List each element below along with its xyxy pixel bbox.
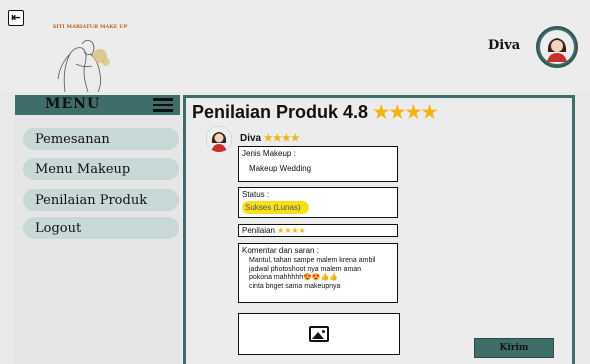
rating-label: Penilaian [242, 226, 275, 235]
reviewer-stars-icon: ★★★★ [263, 133, 300, 144]
review-panel: Penilaian Produk 4.8 ★★★★ Diva ★★★★ Jeni… [183, 95, 575, 364]
page-title-text: Penilaian Produk 4.8 [192, 102, 369, 122]
comment-text: Mantul, tahan sampe malem krena ambil ja… [239, 255, 397, 291]
header: ⇤ SITI MARIATUR MAKE UP Diva [0, 0, 590, 94]
rating-field: Penilaian ★★★★ [238, 224, 398, 237]
header-user-name: Diva [488, 38, 521, 53]
back-icon[interactable]: ⇤ [8, 10, 24, 26]
status-field: Status : Sukses (Lunas) [238, 187, 398, 218]
brand-name: SITI MARIATUR MAKE UP [52, 24, 128, 30]
menu-title: MENU [45, 96, 101, 112]
avatar[interactable] [536, 26, 578, 68]
makeup-type-value: Makeup Wedding [249, 164, 312, 173]
status-badge: Sukses (Lunas) [242, 201, 309, 214]
comment-line: cinta bnget sama makeupnya [249, 282, 341, 290]
status-label: Status : [242, 190, 270, 199]
user-avatar-icon [540, 30, 574, 64]
comment-label: Komentar dan saran : [242, 246, 319, 255]
hamburger-menu-icon[interactable] [153, 98, 173, 112]
rating-stars-icon: ★★★★ [373, 102, 438, 122]
makeup-type-label: Jenis Makeup : [242, 149, 296, 158]
comment-field[interactable]: Komentar dan saran : Mantul, tahan sampe… [238, 243, 398, 303]
comment-line: Mantul, tahan sampe malem krena ambil [249, 257, 376, 264]
brand-logo: SITI MARIATUR MAKE UP [40, 14, 140, 94]
review-panel-body: Penilaian Produk 4.8 ★★★★ Diva ★★★★ Jeni… [186, 98, 572, 364]
comment-line: jadwal photoshoot nya malem aman [249, 265, 362, 273]
reviewer-name: Diva [240, 133, 262, 144]
sidebar-item-menu-makeup[interactable]: Menu Makeup [23, 158, 179, 180]
sidebar: MENU Pemesanan Menu Makeup Penilaian Pro… [15, 95, 180, 364]
rating-row: Penilaian ★★★★ [239, 225, 397, 235]
makeup-type-field: Jenis Makeup : Makeup Wedding [238, 146, 398, 182]
sidebar-item-pemesanan[interactable]: Pemesanan [23, 128, 179, 150]
send-button[interactable]: Kirim [474, 338, 554, 358]
menu-header: MENU [15, 95, 180, 115]
reviewer-avatar [206, 126, 232, 152]
sidebar-item-logout[interactable]: Logout [23, 217, 179, 239]
page-title: Penilaian Produk 4.8 ★★★★ [192, 102, 438, 123]
reviewer-info: Diva ★★★★ [240, 133, 300, 144]
comment-line: pokona mahhhhh😍😍👍👍 [249, 274, 338, 281]
sidebar-item-penilaian-produk[interactable]: Penilaian Produk [23, 189, 179, 211]
image-icon [309, 326, 329, 342]
rating-stars-icon[interactable]: ★★★★ [277, 226, 306, 235]
image-upload-area[interactable] [238, 313, 400, 355]
reviewer-avatar-icon [206, 126, 232, 152]
